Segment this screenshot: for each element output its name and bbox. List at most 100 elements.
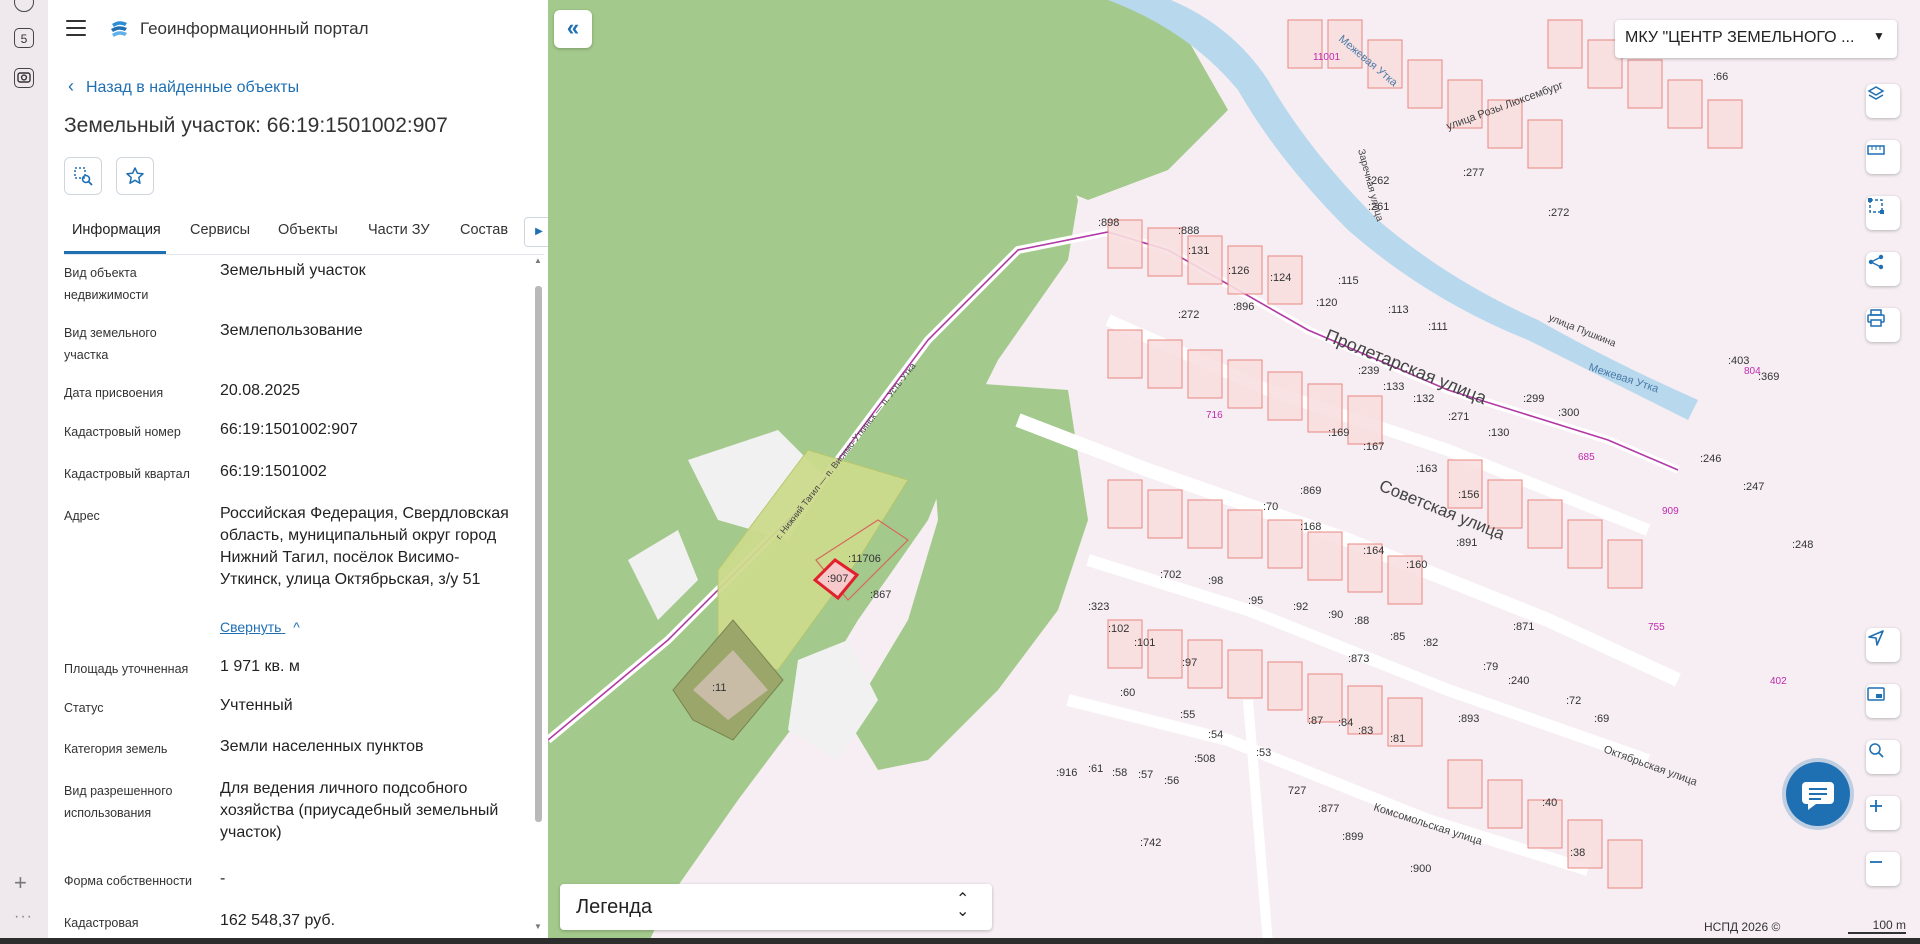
- info-label: Кадастровый номер: [64, 425, 181, 439]
- info-label: Форма собственности: [64, 874, 192, 888]
- feature-label-402: 402: [1770, 676, 1787, 687]
- parcel-label-124: :124: [1270, 272, 1291, 284]
- parcel-label-40: :40: [1542, 797, 1557, 809]
- parcel-label-907: :907: [827, 573, 848, 585]
- info-label: Кадастровый квартал: [64, 467, 190, 481]
- map-layer[interactable]: :907 :11706 :867 :11 :898 :888 :131 :126…: [548, 0, 1920, 944]
- parcel-label-702: :702: [1160, 569, 1181, 581]
- info-value: Российская Федерация, Свердловская облас…: [220, 505, 509, 588]
- locate-on-map-button[interactable]: [64, 157, 102, 195]
- parcel-label-247: :247: [1743, 481, 1764, 493]
- ruler-button[interactable]: [1866, 140, 1900, 174]
- legend-panel[interactable]: Легенда ⌃ ⌄: [560, 884, 992, 930]
- scroll-down-arrow[interactable]: ▼: [534, 922, 542, 931]
- parcel-label-101: :101: [1134, 637, 1155, 649]
- print-button[interactable]: [1866, 308, 1900, 342]
- back-link[interactable]: ‹ Назад в найденные объекты: [68, 76, 299, 97]
- camera-icon[interactable]: [14, 68, 34, 88]
- feature-label-909: 909: [1662, 506, 1679, 517]
- star-icon: [126, 167, 144, 184]
- copyright: НСПД 2026 ©: [1704, 920, 1781, 934]
- parcel-label-11706: :11706: [848, 553, 881, 565]
- parcel-label-240: :240: [1508, 675, 1529, 687]
- zoom-in-button[interactable]: [1866, 796, 1900, 830]
- select-area-button[interactable]: [1866, 196, 1900, 230]
- parcel-label-898: :898: [1098, 217, 1119, 229]
- info-label: Площадь уточненная: [64, 662, 189, 676]
- more-icon[interactable]: ···: [14, 908, 33, 926]
- parcel-label-893: :893: [1458, 713, 1479, 725]
- info-label: Дата присвоения: [64, 386, 164, 400]
- parcel-label-167: :167: [1363, 441, 1384, 453]
- parcel-label-272: :272: [1178, 309, 1199, 321]
- parcel-label-88: :88: [1354, 615, 1369, 627]
- parcel-label-120: :120: [1316, 297, 1337, 309]
- parcel-label-70: :70: [1263, 501, 1278, 513]
- parcel-label-60: :60: [1120, 687, 1135, 699]
- parcel-label-87: :87: [1308, 715, 1323, 727]
- parcel-label-126: :126: [1228, 265, 1249, 277]
- expand-legend-icon: ⌃ ⌄: [956, 891, 970, 920]
- parcel-label-899: :899: [1342, 831, 1363, 843]
- parcel-label-369: :369: [1758, 371, 1779, 383]
- taskbar-edge: [0, 938, 1920, 944]
- parcel-label-156: :156: [1458, 489, 1479, 501]
- back-link-label: Назад в найденные объекты: [86, 79, 300, 96]
- menu-icon[interactable]: [66, 20, 86, 36]
- panel-header: Геоинформационный портал: [48, 0, 548, 60]
- tab-parts[interactable]: Части ЗУ: [368, 222, 430, 238]
- minimap-icon: [1867, 687, 1885, 701]
- share-button[interactable]: [1866, 252, 1900, 286]
- parcel-label-168: :168: [1300, 521, 1321, 533]
- map-canvas[interactable]: :907 :11706 :867 :11 :898 :888 :131 :126…: [548, 0, 1920, 944]
- info-label: Кадастровая: [64, 916, 139, 930]
- info-value: Земельный участок: [220, 262, 366, 279]
- add-icon[interactable]: +: [14, 870, 27, 896]
- organization-select-value: МКУ "ЦЕНТР ЗЕМЕЛЬНОГО ...: [1625, 29, 1855, 46]
- scrollbar-thumb[interactable]: [535, 286, 542, 822]
- organization-select[interactable]: МКУ "ЦЕНТР ЗЕМЕЛЬНОГО ... ▼: [1615, 20, 1897, 58]
- play-icon[interactable]: [14, 0, 34, 12]
- parcel-label-132: :132: [1413, 393, 1434, 405]
- parcel-label-896: :896: [1233, 301, 1254, 313]
- tab-objects[interactable]: Объекты: [278, 222, 338, 238]
- parcel-label-56: :56: [1164, 775, 1179, 787]
- page-title: Земельный участок: 66:19:1501002:907: [64, 114, 448, 137]
- tab-services[interactable]: Сервисы: [190, 222, 250, 238]
- feature-label-755: 755: [1648, 622, 1665, 633]
- parcel-label-54: :54: [1208, 729, 1223, 741]
- scroll-up-arrow[interactable]: ▲: [534, 256, 542, 265]
- parcel-label-79: :79: [1483, 661, 1498, 673]
- parcel-label-160: :160: [1406, 559, 1427, 571]
- parcel-label-169: :169: [1328, 427, 1349, 439]
- favorite-button[interactable]: [116, 157, 154, 195]
- search-place-button[interactable]: [1866, 740, 1900, 774]
- my-location-button[interactable]: [1866, 628, 1900, 662]
- minimap-button[interactable]: [1866, 684, 1900, 718]
- chevron-up-icon: ^: [293, 619, 300, 635]
- feature-label-804: 804: [1744, 366, 1761, 377]
- tab-composition[interactable]: Состав: [460, 222, 508, 238]
- parcel-label-133: :133: [1383, 381, 1404, 393]
- info-value: Для ведения личного подсобного хозяйства…: [220, 780, 499, 841]
- badge-icon[interactable]: 5: [14, 28, 34, 48]
- parcel-label-164: :164: [1363, 545, 1384, 557]
- parcel-label-66: :66: [1713, 71, 1728, 83]
- parcel-label-873: :873: [1348, 653, 1369, 665]
- collapse-panel-button[interactable]: «: [554, 10, 592, 48]
- collapse-link[interactable]: Свернуть ^: [220, 619, 300, 635]
- chat-button[interactable]: [1786, 762, 1850, 826]
- share-icon: [1868, 254, 1884, 270]
- parcel-label-97: :97: [1182, 657, 1197, 669]
- parcel-label-888: :888: [1178, 225, 1199, 237]
- layers-button[interactable]: [1866, 84, 1900, 118]
- parcel-label-84: :84: [1338, 717, 1353, 729]
- ruler-icon: [1867, 145, 1885, 155]
- parcel-label-72: :72: [1566, 695, 1581, 707]
- parcel-label-742: :742: [1140, 837, 1161, 849]
- zoom-out-button[interactable]: [1866, 852, 1900, 886]
- info-label: Статус: [64, 701, 104, 715]
- parcel-label-871: :871: [1513, 621, 1534, 633]
- parcel-label-248: :248: [1792, 539, 1813, 551]
- tab-information[interactable]: Информация: [72, 222, 161, 238]
